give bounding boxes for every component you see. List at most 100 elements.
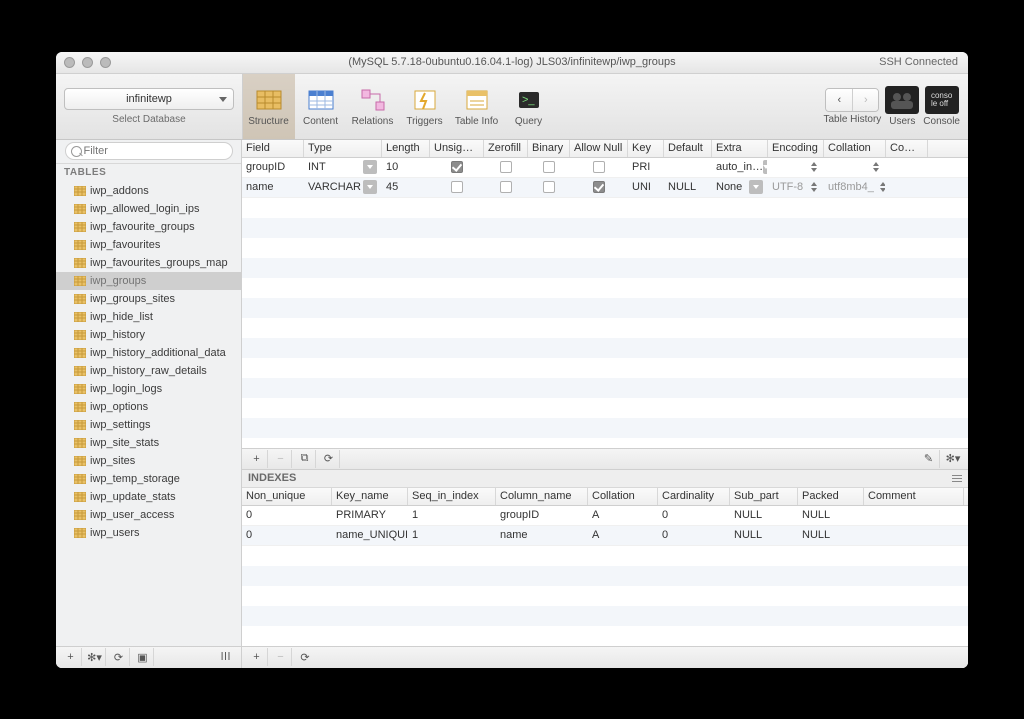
sidebar-table-item[interactable]: iwp_groups (56, 272, 241, 290)
sidebar-gear-button[interactable]: ✻▾ (84, 648, 106, 666)
column-header-cell[interactable]: Key (628, 140, 664, 157)
sidebar-table-label: iwp_history (90, 329, 145, 341)
edit-columns-button[interactable]: ✎ (918, 450, 940, 468)
binary-checkbox[interactable] (543, 161, 555, 173)
sidebar-table-label: iwp_sites (90, 455, 135, 467)
sidebar-table-item[interactable]: iwp_favourites (56, 236, 241, 254)
tables-filter-input[interactable] (65, 142, 233, 160)
sidebar-table-item[interactable]: iwp_login_logs (56, 380, 241, 398)
extra-dropdown[interactable] (749, 180, 763, 194)
sidebar-table-item[interactable]: iwp_users (56, 524, 241, 542)
indexes-header[interactable]: INDEXES (242, 470, 968, 488)
console-icon[interactable]: console off (925, 86, 959, 114)
sidebar-pane-button[interactable]: ▣ (132, 648, 154, 666)
column-header-cell[interactable]: Comm… (886, 140, 928, 157)
index-row[interactable]: 0PRIMARY1groupIDA0NULLNULL (242, 506, 968, 526)
minimize-icon[interactable] (82, 57, 93, 68)
zerofill-checkbox[interactable] (500, 161, 512, 173)
indexes-toolbar: + − ⟳ (242, 646, 968, 668)
tab-content[interactable]: Content (295, 74, 347, 139)
sidebar-table-item[interactable]: iwp_history_additional_data (56, 344, 241, 362)
unsigned-checkbox[interactable] (451, 161, 463, 173)
table-info-icon (463, 86, 491, 114)
sidebar-table-label: iwp_favourites_groups_map (90, 257, 228, 269)
add-index-button[interactable]: + (246, 648, 268, 666)
index-header-cell[interactable]: Packed (798, 488, 864, 505)
column-header-cell[interactable]: Unsigned (430, 140, 484, 157)
index-header-cell[interactable]: Non_unique (242, 488, 332, 505)
columns-gear-button[interactable]: ✻▾ (942, 450, 964, 468)
column-header-cell[interactable]: Default (664, 140, 712, 157)
refresh-columns-button[interactable]: ⟳ (318, 450, 340, 468)
sidebar-table-item[interactable]: iwp_history_raw_details (56, 362, 241, 380)
refresh-indexes-button[interactable]: ⟳ (294, 648, 316, 666)
table-icon (74, 510, 86, 520)
column-header-cell[interactable]: Encoding (768, 140, 824, 157)
index-header-cell[interactable]: Comment (864, 488, 964, 505)
collation-stepper[interactable] (872, 161, 881, 173)
history-back-button[interactable]: ‹ (826, 89, 852, 111)
column-row[interactable]: nameVARCHAR45UNINULLNoneUTF-8utf8mb4_ (242, 178, 968, 198)
encoding-stepper[interactable] (810, 181, 819, 193)
sidebar-table-item[interactable]: iwp_user_access (56, 506, 241, 524)
index-header-cell[interactable]: Collation (588, 488, 658, 505)
index-header-cell[interactable]: Seq_in_index (408, 488, 496, 505)
sidebar-table-item[interactable]: iwp_settings (56, 416, 241, 434)
column-header-cell[interactable]: Collation (824, 140, 886, 157)
sidebar-table-item[interactable]: iwp_temp_storage (56, 470, 241, 488)
add-table-button[interactable]: + (60, 648, 82, 666)
index-header-cell[interactable]: Key_name (332, 488, 408, 505)
binary-checkbox[interactable] (543, 181, 555, 193)
column-header-cell[interactable]: Binary (528, 140, 570, 157)
index-header-cell[interactable]: Column_name (496, 488, 588, 505)
close-icon[interactable] (64, 57, 75, 68)
zoom-icon[interactable] (100, 57, 111, 68)
column-row[interactable]: groupIDINT10PRIauto_in… (242, 158, 968, 178)
history-forward-button[interactable]: › (852, 89, 878, 111)
columns-empty-rows (242, 198, 968, 448)
remove-column-button[interactable]: − (270, 450, 292, 468)
allow-null-checkbox[interactable] (593, 181, 605, 193)
column-header-cell[interactable]: Allow Null (570, 140, 628, 157)
allow-null-checkbox[interactable] (593, 161, 605, 173)
sidebar-table-item[interactable]: iwp_options (56, 398, 241, 416)
tab-query[interactable]: >_ Query (503, 74, 555, 139)
column-header-cell[interactable]: Type (304, 140, 382, 157)
index-row[interactable]: 0name_UNIQUE1nameA0NULLNULL (242, 526, 968, 546)
sidebar-table-item[interactable]: iwp_addons (56, 182, 241, 200)
sidebar-table-item[interactable]: iwp_sites (56, 452, 241, 470)
remove-index-button[interactable]: − (270, 648, 292, 666)
tab-structure[interactable]: Structure (243, 74, 295, 139)
encoding-stepper[interactable] (810, 161, 819, 173)
columns-toolbar: + − ⧉ ⟳ ✎ ✻▾ (242, 448, 968, 470)
sidebar-table-item[interactable]: iwp_hide_list (56, 308, 241, 326)
users-icon[interactable] (885, 86, 919, 114)
sidebar-table-item[interactable]: iwp_history (56, 326, 241, 344)
sidebar-table-item[interactable]: iwp_groups_sites (56, 290, 241, 308)
unsigned-checkbox[interactable] (451, 181, 463, 193)
index-header-cell[interactable]: Cardinality (658, 488, 730, 505)
type-dropdown[interactable] (363, 160, 377, 174)
sidebar-refresh-button[interactable]: ⟳ (108, 648, 130, 666)
sidebar-table-item[interactable]: iwp_site_stats (56, 434, 241, 452)
tab-triggers[interactable]: Triggers (399, 74, 451, 139)
duplicate-column-button[interactable]: ⧉ (294, 450, 316, 468)
database-selector[interactable]: infinitewp (64, 88, 234, 110)
zerofill-checkbox[interactable] (500, 181, 512, 193)
column-header-cell[interactable]: Extra (712, 140, 768, 157)
collation-stepper[interactable] (879, 181, 886, 193)
sidebar-resize-handle[interactable]: lll (215, 648, 237, 666)
type-dropdown[interactable] (363, 180, 377, 194)
column-header-cell[interactable]: Zerofill (484, 140, 528, 157)
index-header-cell[interactable]: Sub_part (730, 488, 798, 505)
add-column-button[interactable]: + (246, 450, 268, 468)
drag-handle-icon[interactable] (952, 475, 962, 482)
tab-table-info[interactable]: Table Info (451, 74, 503, 139)
sidebar-table-item[interactable]: iwp_favourites_groups_map (56, 254, 241, 272)
sidebar-table-item[interactable]: iwp_update_stats (56, 488, 241, 506)
column-header-cell[interactable]: Length (382, 140, 430, 157)
sidebar-table-item[interactable]: iwp_favourite_groups (56, 218, 241, 236)
column-header-cell[interactable]: Field (242, 140, 304, 157)
sidebar-table-item[interactable]: iwp_allowed_login_ips (56, 200, 241, 218)
tab-relations[interactable]: Relations (347, 74, 399, 139)
